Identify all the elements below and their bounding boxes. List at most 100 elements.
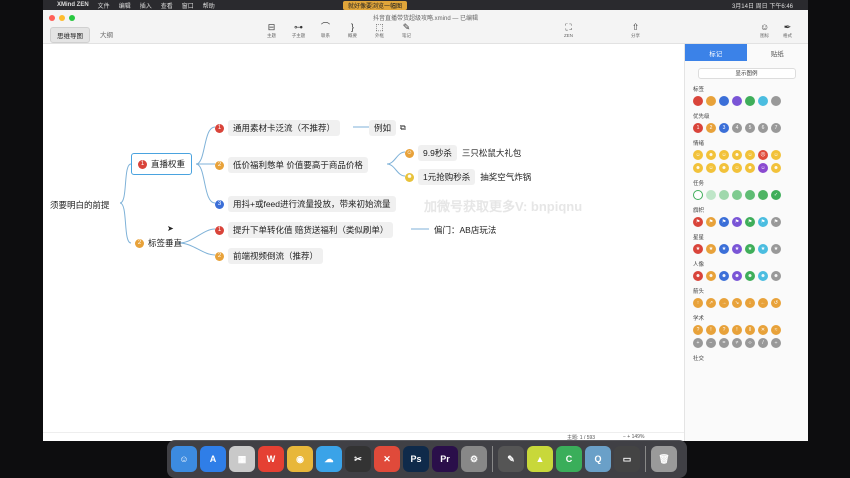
root-topic[interactable]: 须要明白的前提: [45, 197, 115, 213]
academic-icon[interactable]: ?: [719, 325, 729, 335]
priority-4-icon[interactable]: 4: [732, 123, 742, 133]
tab-outline[interactable]: 大纲: [94, 27, 119, 43]
flag-icon[interactable]: ⚑: [758, 217, 768, 227]
topic-conversion[interactable]: 1 提升下单转化值 赔货送福利（类似刷单）: [215, 222, 394, 238]
tag-color-swatch[interactable]: [745, 96, 755, 106]
menu-help[interactable]: 帮助: [203, 1, 215, 10]
note-button[interactable]: ✎ 笔记: [393, 22, 420, 39]
vpn-icon[interactable]: ▲: [527, 446, 553, 472]
tab-markers[interactable]: 标记: [685, 44, 747, 61]
xmind-icon[interactable]: ✕: [374, 446, 400, 472]
menu-insert[interactable]: 插入: [140, 1, 152, 10]
task-0-icon[interactable]: [693, 190, 703, 200]
task-icon[interactable]: [732, 190, 742, 200]
academic-icon[interactable]: =: [719, 338, 729, 348]
academic-icon[interactable]: −: [706, 338, 716, 348]
emoji-icon[interactable]: ☻: [771, 163, 781, 173]
emoji-icon[interactable]: ☺: [706, 163, 716, 173]
star-icon[interactable]: ★: [758, 244, 768, 254]
menu-view[interactable]: 查看: [161, 1, 173, 10]
task-icon[interactable]: [706, 190, 716, 200]
academic-icon[interactable]: ‖: [745, 325, 755, 335]
tab-mindmap[interactable]: 思维导图: [50, 27, 90, 43]
flag-icon[interactable]: ⚑: [706, 217, 716, 227]
final-cut-icon[interactable]: ✂: [345, 446, 371, 472]
zen-button[interactable]: ⛶ ZEN: [564, 22, 573, 38]
menu-app-name[interactable]: XMind ZEN: [57, 2, 89, 8]
arrow-icon[interactable]: ↑: [693, 298, 703, 308]
academic-icon[interactable]: ≈: [771, 325, 781, 335]
tag-color-swatch[interactable]: [693, 96, 703, 106]
academic-icon[interactable]: ÷: [771, 338, 781, 348]
arrow-icon[interactable]: ↺: [771, 298, 781, 308]
person-icon[interactable]: ☻: [732, 271, 742, 281]
tag-color-swatch[interactable]: [719, 96, 729, 106]
relationship-button[interactable]: ⌒ 联系: [312, 22, 339, 39]
academic-icon[interactable]: !: [732, 325, 742, 335]
menu-edit[interactable]: 编辑: [119, 1, 131, 10]
emoji-icon[interactable]: ☻: [719, 163, 729, 173]
person-icon[interactable]: ☻: [758, 271, 768, 281]
tag-color-swatch[interactable]: [771, 96, 781, 106]
topic-low-price[interactable]: 2 低价福利憋单 价值要高于商品价格: [215, 157, 368, 173]
task-icon[interactable]: [745, 190, 755, 200]
trash-icon[interactable]: 🗑: [651, 446, 677, 472]
person-icon[interactable]: ☻: [693, 271, 703, 281]
launchpad-icon[interactable]: ▦: [229, 446, 255, 472]
menu-window[interactable]: 窗口: [182, 1, 194, 10]
emoji-icon[interactable]: ☺: [771, 150, 781, 160]
icons-panel-button[interactable]: ☺ 图标: [760, 22, 769, 39]
priority-7-icon[interactable]: 7: [771, 123, 781, 133]
share-button[interactable]: ⇧ 分享: [631, 22, 640, 39]
emoji-icon[interactable]: ☺: [758, 163, 768, 173]
flag-icon[interactable]: ⚑: [693, 217, 703, 227]
person-icon[interactable]: ☻: [706, 271, 716, 281]
star-icon[interactable]: ★: [706, 244, 716, 254]
priority-2-icon[interactable]: 2: [706, 123, 716, 133]
tag-color-swatch[interactable]: [706, 96, 716, 106]
emoji-icon[interactable]: ☺: [732, 163, 742, 173]
academic-icon[interactable]: +: [693, 338, 703, 348]
academic-icon[interactable]: ✕: [758, 325, 768, 335]
star-icon[interactable]: ★: [719, 244, 729, 254]
star-icon[interactable]: ★: [745, 244, 755, 254]
subtopic-button[interactable]: ⊶ 子主题: [285, 22, 312, 39]
topic-ab-store[interactable]: 偏门：AB店玩法: [429, 222, 501, 238]
star-icon[interactable]: ★: [732, 244, 742, 254]
topic-1yuan-flash[interactable]: ☻ 1元抢购秒杀 抽奖空气炸锅: [405, 169, 536, 185]
tab-stickers[interactable]: 贴纸: [747, 44, 809, 61]
star-icon[interactable]: ★: [693, 244, 703, 254]
topic-general-material[interactable]: 1 通用素材卡泛流（不推荐）: [215, 120, 341, 136]
arrow-icon[interactable]: ←: [758, 298, 768, 308]
premiere-icon[interactable]: Pr: [432, 446, 458, 472]
priority-1-icon[interactable]: 1: [693, 123, 703, 133]
wechat-work-icon[interactable]: C: [556, 446, 582, 472]
script-editor-icon[interactable]: ✎: [498, 446, 524, 472]
academic-icon[interactable]: !: [706, 325, 716, 335]
emoji-icon[interactable]: ☻: [706, 150, 716, 160]
branch-live-weight[interactable]: 1 直播权重: [131, 153, 193, 175]
academic-icon[interactable]: /: [758, 338, 768, 348]
tag-color-swatch[interactable]: [732, 96, 742, 106]
person-icon[interactable]: ☻: [771, 271, 781, 281]
priority-6-icon[interactable]: 6: [758, 123, 768, 133]
topic-front-video[interactable]: 2 前端视频倒流（推荐）: [215, 248, 324, 264]
boundary-button[interactable]: ⬚ 外框: [366, 22, 393, 39]
flag-icon[interactable]: ⚑: [745, 217, 755, 227]
topic-button[interactable]: ⊟ 主题: [258, 22, 285, 39]
mindmap-canvas[interactable]: 须要明白的前提 1 直播权重 2 标签垂直 1 通用素材卡泛流（不推荐） 例如 …: [43, 44, 684, 432]
topic-example[interactable]: 例如 ⧉: [369, 120, 406, 136]
emoji-icon[interactable]: ☺: [693, 150, 703, 160]
finder-icon[interactable]: ☺: [171, 446, 197, 472]
flag-icon[interactable]: ⚑: [732, 217, 742, 227]
tag-color-swatch[interactable]: [758, 96, 768, 106]
topic-99-flash[interactable]: ☺ 9.9秒杀 三只松鼠大礼包: [405, 145, 526, 161]
app-store-icon[interactable]: A: [200, 446, 226, 472]
star-icon[interactable]: ★: [771, 244, 781, 254]
emoji-icon[interactable]: ☻: [693, 163, 703, 173]
academic-icon[interactable]: ?: [693, 325, 703, 335]
branch-tag-vertical[interactable]: 2 标签垂直: [135, 237, 182, 249]
person-icon[interactable]: ☻: [745, 271, 755, 281]
arrow-icon[interactable]: ↗: [706, 298, 716, 308]
terminal-app-icon[interactable]: ▭: [614, 446, 640, 472]
